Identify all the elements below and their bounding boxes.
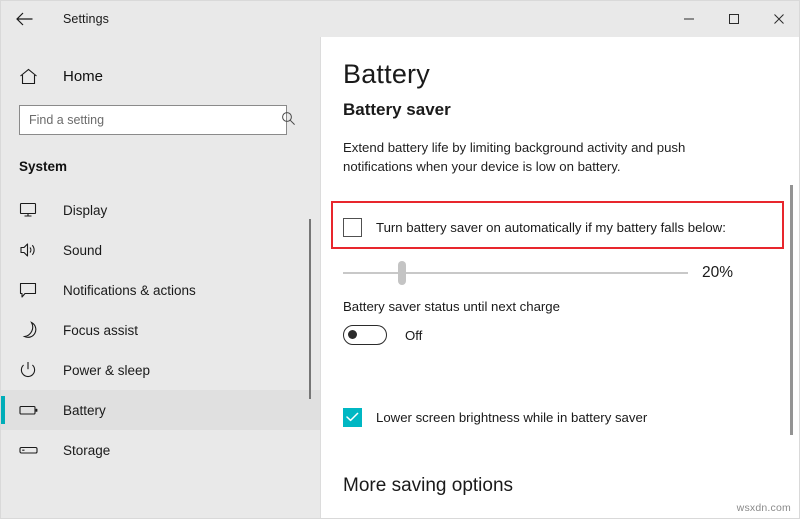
battery-saver-status-toggle[interactable]	[343, 325, 387, 345]
slider-value-label: 20%	[702, 264, 733, 282]
sidebar-item-label: Battery	[63, 403, 106, 418]
page-title: Battery	[343, 59, 800, 90]
sound-icon	[19, 242, 43, 258]
storage-icon	[19, 444, 43, 456]
app-title: Settings	[63, 12, 109, 26]
title-bar-left: Settings	[1, 1, 109, 37]
battery-saver-status-label: Battery saver status until next charge	[343, 299, 560, 314]
battery-threshold-slider-row: 20%	[343, 258, 783, 288]
toggle-state-label: Off	[405, 328, 422, 343]
content-scrollbar[interactable]	[790, 185, 793, 435]
display-icon	[19, 202, 43, 218]
sidebar-item-battery[interactable]: Battery	[1, 390, 321, 430]
sidebar-home-label: Home	[63, 68, 103, 85]
sidebar-item-power-sleep[interactable]: Power & sleep	[1, 350, 321, 390]
maximize-icon	[728, 13, 740, 25]
slider-track	[343, 272, 688, 274]
sidebar-item-focus-assist[interactable]: Focus assist	[1, 310, 321, 350]
moon-icon	[19, 321, 43, 339]
sidebar-item-label: Power & sleep	[63, 363, 150, 378]
minimize-button[interactable]	[666, 1, 711, 37]
search-container	[19, 105, 305, 135]
lower-brightness-checkbox-row[interactable]: Lower screen brightness while in battery…	[343, 405, 647, 429]
watermark: wsxdn.com	[737, 502, 791, 514]
title-bar: Settings	[1, 1, 800, 37]
lower-brightness-label: Lower screen brightness while in battery…	[376, 410, 647, 425]
notifications-icon	[19, 282, 43, 299]
sidebar-item-home[interactable]: Home	[1, 57, 321, 95]
close-icon	[773, 13, 785, 25]
back-button[interactable]	[1, 3, 47, 35]
sidebar-item-label: Focus assist	[63, 323, 138, 338]
sidebar-item-notifications[interactable]: Notifications & actions	[1, 270, 321, 310]
maximize-button[interactable]	[711, 1, 756, 37]
close-button[interactable]	[756, 1, 800, 37]
auto-battery-saver-label: Turn battery saver on automatically if m…	[376, 220, 726, 235]
sidebar: Home System Display	[1, 37, 321, 519]
minimize-icon	[683, 13, 695, 25]
sidebar-item-label: Notifications & actions	[63, 283, 196, 298]
power-icon	[19, 361, 43, 379]
more-saving-options-heading: More saving options	[343, 475, 513, 497]
slider-thumb[interactable]	[398, 261, 406, 285]
section-heading: Battery saver	[343, 100, 800, 120]
sidebar-item-label: Storage	[63, 443, 110, 458]
battery-saver-status-toggle-row[interactable]: Off	[343, 325, 422, 345]
main-content: Battery Battery saver Extend battery lif…	[321, 37, 800, 519]
lower-brightness-checkbox[interactable]	[343, 408, 362, 427]
sidebar-scrollbar[interactable]	[309, 219, 311, 399]
battery-icon	[19, 404, 43, 416]
sidebar-item-storage[interactable]: Storage	[1, 430, 321, 470]
search-input[interactable]	[19, 105, 287, 135]
sidebar-section-title: System	[1, 159, 321, 174]
sidebar-item-label: Sound	[63, 243, 102, 258]
sidebar-nav-list: Display Sound Notifica	[1, 190, 321, 470]
sidebar-item-sound[interactable]: Sound	[1, 230, 321, 270]
back-arrow-icon	[16, 12, 33, 26]
home-icon	[19, 68, 45, 85]
battery-threshold-slider[interactable]	[343, 261, 688, 285]
window-controls	[666, 1, 800, 37]
toggle-knob	[348, 330, 357, 339]
auto-battery-saver-checkbox[interactable]	[343, 218, 362, 237]
sidebar-item-display[interactable]: Display	[1, 190, 321, 230]
section-description: Extend battery life by limiting backgrou…	[343, 138, 743, 176]
settings-window: Settings	[0, 0, 800, 519]
auto-battery-saver-checkbox-row[interactable]: Turn battery saver on automatically if m…	[343, 215, 726, 239]
checkmark-icon	[346, 412, 359, 422]
sidebar-item-label: Display	[63, 203, 107, 218]
